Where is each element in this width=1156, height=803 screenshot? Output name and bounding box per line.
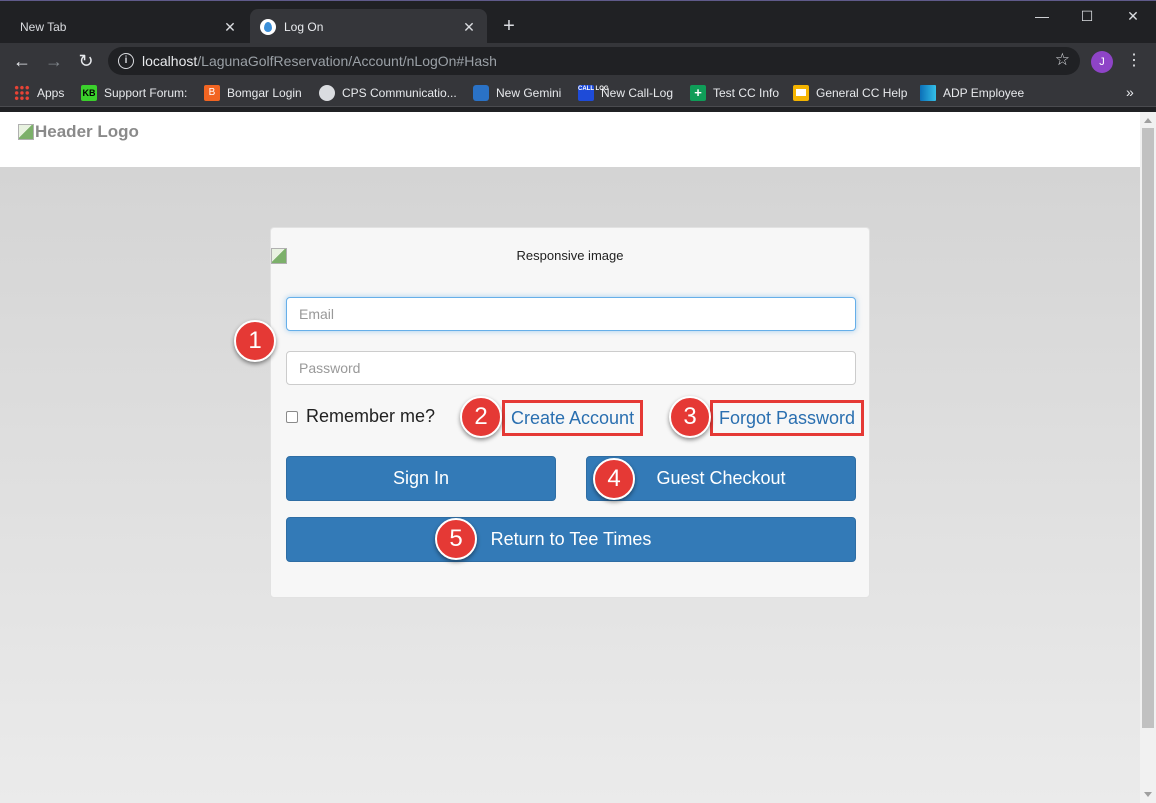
- annotation-marker-4: 4: [593, 458, 635, 500]
- bookmark-label: ADP Employee: [943, 86, 1025, 100]
- bookmarks-overflow-icon[interactable]: »: [1126, 84, 1134, 100]
- annotation-marker-1: 1: [234, 320, 276, 362]
- slides-icon: [793, 85, 809, 101]
- gemini-icon: [473, 85, 489, 101]
- reload-icon[interactable]: ↻: [74, 49, 98, 73]
- bookmark-bomgar-login[interactable]: B Bomgar Login: [204, 84, 302, 102]
- tab-new-tab[interactable]: New Tab ✕: [8, 9, 248, 44]
- remember-me[interactable]: Remember me?: [286, 406, 435, 427]
- broken-image-icon: [271, 248, 287, 264]
- broken-image-icon: [18, 124, 34, 140]
- close-tab-icon[interactable]: ✕: [461, 19, 477, 35]
- bookmark-support-forum[interactable]: KB Support Forum:: [81, 84, 187, 102]
- bookmark-test-cc-info[interactable]: + Test CC Info: [690, 84, 779, 102]
- site-favicon-icon: [260, 18, 276, 35]
- create-account-link[interactable]: Create Account: [502, 400, 644, 436]
- site-info-icon[interactable]: i: [118, 53, 134, 69]
- responsive-image-alt-text: Responsive image: [516, 248, 624, 263]
- header-logo-alt-text: Header Logo: [35, 122, 139, 141]
- bookmark-new-gemini[interactable]: New Gemini: [473, 84, 561, 102]
- browser-toolbar: ← → ↻ i localhost/LagunaGolfReservation/…: [0, 43, 1156, 79]
- tab-title: Log On: [284, 19, 324, 34]
- minimize-icon[interactable]: —: [1019, 1, 1065, 31]
- page-viewport: Header Logo Responsive image Remember me…: [0, 112, 1140, 803]
- tab-title: New Tab: [20, 19, 67, 34]
- tab-log-on[interactable]: Log On ✕: [250, 9, 487, 44]
- url-text[interactable]: localhost/LagunaGolfReservation/Account/…: [142, 53, 497, 69]
- adp-icon: [920, 85, 936, 101]
- address-bar[interactable]: i localhost/LagunaGolfReservation/Accoun…: [108, 47, 1080, 75]
- page-scrollbar[interactable]: [1140, 112, 1156, 803]
- site-header: Header Logo: [0, 112, 1140, 167]
- profile-avatar[interactable]: J: [1091, 51, 1113, 73]
- bookmark-label: CPS Communicatio...: [342, 86, 457, 100]
- bookmark-general-cc-help[interactable]: General CC Help: [793, 84, 907, 102]
- scrollbar-thumb[interactable]: [1142, 128, 1154, 728]
- bookmark-label: General CC Help: [816, 86, 908, 100]
- scroll-down-icon[interactable]: [1144, 792, 1152, 797]
- bookmark-label: Support Forum:: [104, 86, 188, 100]
- bookmark-label: Bomgar Login: [227, 86, 302, 100]
- browser-menu-icon[interactable]: ⋮: [1126, 51, 1142, 71]
- forgot-password-link[interactable]: Forgot Password: [710, 400, 865, 436]
- bomgar-icon: B: [204, 85, 220, 101]
- remember-me-label: Remember me?: [306, 406, 436, 426]
- bookmark-cps-communications[interactable]: CPS Communicatio...: [319, 84, 457, 102]
- login-card: Responsive image Remember me? Create Acc…: [270, 227, 870, 598]
- scroll-up-icon[interactable]: [1144, 118, 1152, 123]
- bookmark-label: New Gemini: [496, 86, 562, 100]
- bookmarks-bar: Apps KB Support Forum: B Bomgar Login CP…: [0, 79, 1156, 107]
- close-tab-icon[interactable]: ✕: [222, 19, 238, 35]
- annotation-marker-2: 2: [460, 396, 502, 438]
- return-to-tee-times-button[interactable]: Return to Tee Times: [286, 517, 856, 562]
- responsive-image: Responsive image: [271, 248, 869, 264]
- annotation-marker-5: 5: [435, 518, 477, 560]
- kb-icon: KB: [81, 85, 97, 101]
- bookmark-star-icon[interactable]: ☆: [1055, 50, 1070, 70]
- bookmark-apps[interactable]: Apps: [14, 84, 64, 102]
- bookmark-label: New Call-Log: [601, 86, 674, 100]
- bookmark-new-call-log[interactable]: CALL LOG New Call-Log: [578, 84, 673, 102]
- call-log-icon: CALL LOG: [578, 85, 609, 101]
- bookmark-label: Apps: [37, 86, 65, 100]
- sign-in-button[interactable]: Sign In: [286, 456, 556, 501]
- new-tab-plus-icon[interactable]: +: [498, 15, 520, 37]
- email-field[interactable]: [286, 297, 856, 331]
- back-arrow-icon[interactable]: ←: [10, 49, 34, 73]
- maximize-icon[interactable]: ☐: [1064, 1, 1110, 31]
- guest-checkout-label: Guest Checkout: [656, 468, 786, 488]
- remember-me-checkbox[interactable]: [286, 410, 298, 423]
- return-to-tee-times-label: Return to Tee Times: [490, 529, 652, 549]
- bookmark-adp-employee[interactable]: ADP Employee: [920, 84, 1024, 102]
- apps-grid-icon: [14, 85, 30, 101]
- globe-icon: [319, 85, 335, 101]
- tab-strip: New Tab ✕ Log On ✕ + — ☐ ✕: [0, 0, 1156, 44]
- forward-arrow-icon[interactable]: →: [42, 49, 66, 73]
- password-field[interactable]: [286, 351, 856, 385]
- close-window-icon[interactable]: ✕: [1110, 1, 1156, 31]
- cross-icon: +: [690, 85, 706, 101]
- bookmark-label: Test CC Info: [713, 86, 780, 100]
- header-logo[interactable]: Header Logo: [18, 122, 139, 142]
- annotation-marker-3: 3: [669, 396, 711, 438]
